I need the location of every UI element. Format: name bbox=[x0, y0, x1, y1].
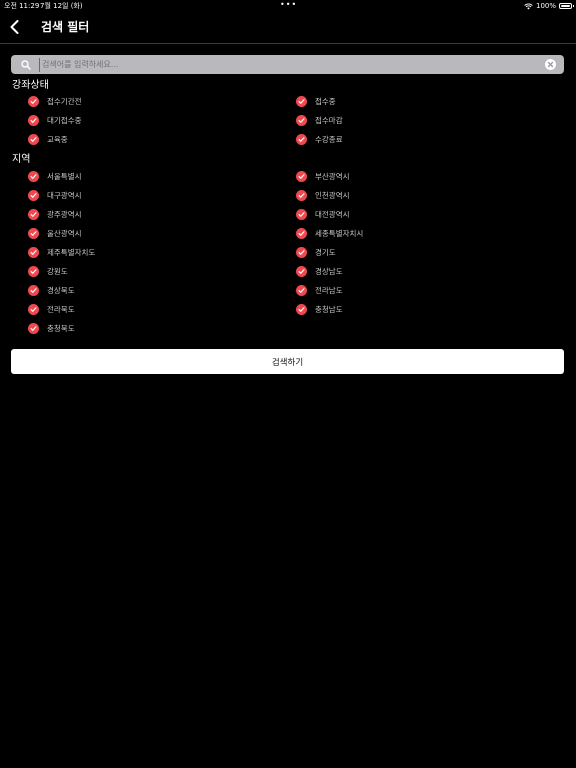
filter-option-label: 접수마감 bbox=[315, 115, 343, 125]
checkmark-icon bbox=[296, 227, 307, 239]
filter-option-label: 세종특별자치시 bbox=[315, 228, 364, 238]
battery-icon bbox=[559, 3, 574, 9]
filter-option-status[interactable]: 교육중 bbox=[28, 133, 68, 145]
checkmark-icon bbox=[296, 170, 307, 182]
checkmark-icon bbox=[296, 208, 307, 220]
filter-option-label: 서울특별시 bbox=[47, 171, 82, 181]
checkmark-icon bbox=[296, 246, 307, 258]
multitask-dots-icon[interactable]: ••• bbox=[280, 0, 297, 11]
search-input[interactable] bbox=[39, 57, 545, 72]
checkmark-icon bbox=[296, 189, 307, 201]
filter-option-label: 수강종료 bbox=[315, 134, 343, 144]
filter-option-region[interactable]: 서울특별시 bbox=[28, 170, 82, 182]
search-icon bbox=[21, 59, 31, 70]
filter-option-status[interactable]: 접수마감 bbox=[296, 114, 343, 126]
filter-option-region[interactable]: 충청남도 bbox=[296, 303, 343, 315]
filter-option-label: 교육중 bbox=[47, 134, 68, 144]
filter-option-status[interactable]: 접수중 bbox=[296, 95, 336, 107]
section-title-region: 지역 bbox=[12, 154, 31, 165]
filter-option-status[interactable]: 대기접수중 bbox=[28, 114, 82, 126]
checkmark-icon bbox=[28, 114, 39, 126]
checkmark-icon bbox=[28, 95, 39, 107]
filter-option-label: 충청북도 bbox=[47, 323, 75, 333]
search-bar[interactable] bbox=[11, 55, 564, 74]
filter-option-region[interactable]: 경상남도 bbox=[296, 265, 343, 277]
filter-option-region[interactable]: 제주특별자치도 bbox=[28, 246, 95, 258]
filter-option-label: 울산광역시 bbox=[47, 228, 82, 238]
checkmark-icon bbox=[28, 246, 39, 258]
checkmark-icon bbox=[28, 189, 39, 201]
section-title-status: 강좌상태 bbox=[12, 80, 49, 91]
filter-option-label: 제주특별자치도 bbox=[47, 247, 96, 257]
filter-option-region[interactable]: 울산광역시 bbox=[28, 227, 82, 239]
filter-option-label: 강원도 bbox=[47, 266, 68, 276]
status-time: 오전 11:29 bbox=[4, 2, 40, 10]
checkmark-icon bbox=[296, 133, 307, 145]
filter-option-region[interactable]: 대구광역시 bbox=[28, 189, 82, 201]
status-bar: 오전 11:29 7월 12일 (화) ••• 100% bbox=[0, 0, 576, 12]
checkmark-icon bbox=[296, 303, 307, 315]
nav-bar: 검색 필터 bbox=[0, 12, 576, 44]
filter-option-region[interactable]: 경상북도 bbox=[28, 284, 75, 296]
checkmark-icon bbox=[28, 170, 39, 182]
filter-option-label: 대구광역시 bbox=[47, 190, 82, 200]
checkmark-icon bbox=[296, 95, 307, 107]
filter-option-label: 부산광역시 bbox=[315, 171, 350, 181]
filter-option-region[interactable]: 강원도 bbox=[28, 265, 68, 277]
checkmark-icon bbox=[296, 265, 307, 277]
filter-option-status[interactable]: 접수기간전 bbox=[28, 95, 82, 107]
checkmark-icon bbox=[28, 208, 39, 220]
filter-option-label: 전라남도 bbox=[315, 285, 343, 295]
filter-option-region[interactable]: 대전광역시 bbox=[296, 208, 350, 220]
filter-option-region[interactable]: 세종특별자치시 bbox=[296, 227, 363, 239]
filter-option-label: 접수기간전 bbox=[47, 96, 82, 106]
filter-option-region[interactable]: 경기도 bbox=[296, 246, 336, 258]
battery-percent: 100% bbox=[535, 2, 556, 10]
filter-option-label: 접수중 bbox=[315, 96, 336, 106]
back-button[interactable] bbox=[6, 18, 22, 36]
clear-icon[interactable] bbox=[545, 59, 556, 70]
filter-option-label: 경기도 bbox=[315, 247, 336, 257]
checkmark-icon bbox=[28, 322, 39, 334]
filter-option-label: 경상북도 bbox=[47, 285, 75, 295]
filter-option-label: 전라북도 bbox=[47, 304, 75, 314]
status-date: 7월 12일 (화) bbox=[40, 2, 83, 10]
checkmark-icon bbox=[28, 265, 39, 277]
filter-option-region[interactable]: 전라북도 bbox=[28, 303, 75, 315]
chevron-left-icon bbox=[10, 20, 18, 34]
checkmark-icon bbox=[296, 284, 307, 296]
filter-option-region[interactable]: 충청북도 bbox=[28, 322, 75, 334]
filter-option-label: 대기접수중 bbox=[47, 115, 82, 125]
filter-option-label: 충청남도 bbox=[315, 304, 343, 314]
checkmark-icon bbox=[296, 114, 307, 126]
filter-option-label: 광주광역시 bbox=[47, 209, 82, 219]
page-title: 검색 필터 bbox=[41, 20, 90, 34]
filter-option-region[interactable]: 광주광역시 bbox=[28, 208, 82, 220]
status-right: 100% bbox=[524, 0, 574, 12]
filter-option-label: 인천광역시 bbox=[315, 190, 350, 200]
filter-option-region[interactable]: 전라남도 bbox=[296, 284, 343, 296]
checkmark-icon bbox=[28, 284, 39, 296]
filter-option-region[interactable]: 인천광역시 bbox=[296, 189, 350, 201]
checkmark-icon bbox=[28, 303, 39, 315]
checkmark-icon bbox=[28, 133, 39, 145]
filter-option-region[interactable]: 부산광역시 bbox=[296, 170, 350, 182]
filter-option-label: 경상남도 bbox=[315, 266, 343, 276]
wifi-icon bbox=[524, 3, 533, 9]
search-submit-button[interactable]: 검색하기 bbox=[11, 349, 564, 374]
filter-option-status[interactable]: 수강종료 bbox=[296, 133, 343, 145]
filter-option-label: 대전광역시 bbox=[315, 209, 350, 219]
checkmark-icon bbox=[28, 227, 39, 239]
